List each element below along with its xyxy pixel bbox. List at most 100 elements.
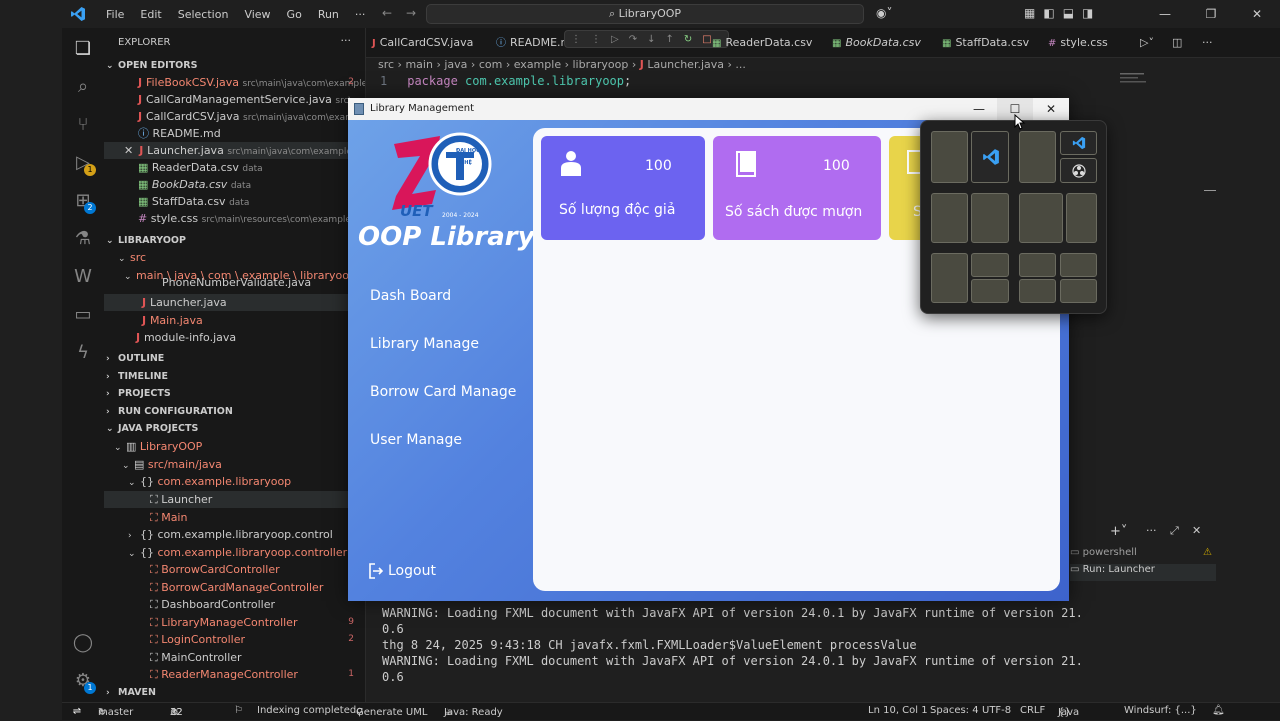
menu-run[interactable]: Run (310, 8, 347, 21)
breadcrumb-item[interactable]: example (514, 58, 561, 71)
breadcrumb-item[interactable]: libraryoop (573, 58, 629, 71)
open-editor-item[interactable]: J FileBookCSV.java src\main\java\com\exa… (104, 74, 365, 91)
maven-header[interactable]: › MAVEN (104, 684, 365, 701)
code-line[interactable]: 1 package com.example.libraryoop; (380, 74, 631, 88)
menu-selection[interactable]: Selection (170, 8, 237, 21)
app-close-button[interactable]: ✕ (1033, 98, 1069, 120)
logout-button[interactable]: Logout (368, 562, 436, 580)
open-editor-item[interactable]: J CallCardCSV.java src\main\java\com\exa… (104, 108, 365, 125)
close-button[interactable]: ✕ (1234, 0, 1280, 28)
class-item[interactable]: ⛶ Launcher (104, 491, 365, 508)
menu-more[interactable]: ··· (347, 8, 374, 21)
windsurf-status[interactable]: Windsurf: {...} (1124, 705, 1197, 716)
snap-zone[interactable] (931, 131, 968, 183)
account-icon[interactable]: ◯ (72, 632, 94, 654)
snap-zone[interactable] (1019, 131, 1056, 183)
tree-folder[interactable]: ⌄ src (104, 249, 365, 266)
remote-explorer-icon[interactable]: ▭ (72, 304, 94, 326)
terminal-tab-powershell[interactable]: ▭ powershell ⚠ (1070, 547, 1216, 564)
open-editor-item[interactable]: ⓘ README.md (104, 125, 365, 142)
menu-file[interactable]: File (98, 8, 132, 21)
app-minimize-button[interactable]: — (961, 98, 997, 120)
nav-dashboard[interactable]: Dash Board (370, 288, 451, 304)
breadcrumb-item[interactable]: java (444, 58, 467, 71)
maximize-panel-icon[interactable]: ⤢ (1170, 524, 1179, 538)
toggle-panel-icon[interactable]: ⬓ (1063, 6, 1074, 20)
snap-zone[interactable] (1019, 279, 1056, 303)
tree-file[interactable]: J Main.java (104, 312, 365, 329)
class-item[interactable]: ⛶ LibraryManageController 9 (104, 614, 365, 631)
tab-callcardcsv[interactable]: J CallCardCSV.java (372, 28, 473, 58)
snap-zone[interactable] (971, 253, 1009, 277)
snap-zone[interactable] (971, 279, 1009, 303)
snap-zone-obs[interactable] (1060, 158, 1097, 183)
stat-card-readers[interactable]: 100 Số lượng độc giả (541, 136, 705, 240)
snap-zone[interactable] (1019, 253, 1056, 277)
outline-header[interactable]: › OUTLINE (104, 350, 365, 367)
close-icon[interactable]: ✕ (124, 144, 133, 157)
snap-zone[interactable] (1060, 253, 1097, 277)
class-item[interactable]: ⛶ ReaderManageController 1 (104, 666, 365, 683)
breadcrumb-item[interactable]: Launcher.java (647, 58, 724, 71)
nav-library-manage[interactable]: Library Manage (370, 336, 479, 352)
run-button[interactable]: ▷˅ (1140, 28, 1154, 58)
snap-zone[interactable] (1066, 193, 1097, 243)
open-editor-item[interactable]: # style.css src\main\resources\com\examp… (104, 210, 365, 227)
snap-zone-vscode-small[interactable] (1060, 131, 1097, 155)
class-item[interactable]: ⛶ LoginController 2 (104, 631, 365, 648)
toggle-secondary-sidebar-icon[interactable]: ◨ (1082, 6, 1093, 20)
more-actions-icon[interactable]: ··· (341, 34, 352, 47)
explorer-icon[interactable]: ❏ (72, 38, 94, 60)
lightning-icon[interactable]: ϟ (72, 342, 94, 364)
indexing-status[interactable]: Indexing completed. (257, 705, 359, 716)
source-control-icon[interactable]: ⑂ (72, 114, 94, 136)
indentation-status[interactable]: Spaces: 4 (930, 705, 979, 716)
projects-header[interactable]: › PROJECTS (104, 385, 365, 402)
snap-zone[interactable] (931, 193, 968, 243)
restart-icon[interactable]: ↻ (684, 34, 702, 45)
breadcrumb-item[interactable]: main (405, 58, 432, 71)
tab-style-css[interactable]: # style.css (1048, 28, 1108, 58)
run-configuration-header[interactable]: › RUN CONFIGURATION (104, 403, 365, 420)
source-folder[interactable]: ⌄ ▤ src/main/java (104, 456, 365, 473)
new-terminal-icon[interactable]: +˅ (1110, 524, 1127, 539)
search-icon[interactable]: ⌕ (72, 76, 94, 98)
class-item[interactable]: ⛶ BorrowCardController (104, 561, 365, 578)
tree-file[interactable]: PhoneNumberValidate.java (104, 278, 365, 290)
breadcrumb-item[interactable]: src (378, 58, 394, 71)
notifications-icon[interactable]: 🔔︎ (1212, 705, 1225, 716)
open-editor-item[interactable]: ▦ StaffData.csv data (104, 193, 365, 210)
snap-zone[interactable] (971, 193, 1009, 243)
snap-zone[interactable] (1019, 193, 1063, 243)
more-actions-icon[interactable]: ··· (1202, 28, 1213, 58)
java-projects-header[interactable]: ⌄ JAVA PROJECTS (104, 420, 365, 437)
restore-button[interactable]: ❐ (1188, 0, 1234, 28)
breadcrumb-item[interactable]: ... (735, 58, 746, 71)
class-item[interactable]: ⛶ BorrowCardManageController (104, 579, 365, 596)
debug-icon[interactable]: ⚐ (234, 705, 243, 716)
windsurf-icon[interactable]: W (72, 266, 94, 288)
toggle-sidebar-icon[interactable]: ◧ (1043, 6, 1054, 20)
tree-file[interactable]: J module-info.java (104, 329, 365, 346)
breadcrumb-item[interactable]: com (479, 58, 503, 71)
nav-borrow-card-manage[interactable]: Borrow Card Manage (370, 384, 516, 400)
minimize-button[interactable]: — (1142, 0, 1188, 28)
class-item[interactable]: ⛶ MainController (104, 649, 365, 666)
tab-readerdata[interactable]: ▦ ReaderData.csv (712, 28, 812, 58)
menu-go[interactable]: Go (279, 8, 310, 21)
project-header[interactable]: ⌄ LIBRARYOOP (104, 232, 365, 249)
package[interactable]: ⌄{} com.example.libraryoop.controller (104, 544, 365, 561)
split-editor-icon[interactable]: ◫ (1172, 28, 1182, 58)
close-panel-icon[interactable]: ✕ (1192, 524, 1201, 537)
timeline-header[interactable]: › TIMELINE (104, 368, 365, 385)
open-editor-item[interactable]: ▦ ReaderData.csv data (104, 159, 365, 176)
tab-bookdata[interactable]: ▦ BookData.csv (832, 28, 921, 58)
nav-user-manage[interactable]: User Manage (370, 432, 462, 448)
menu-view[interactable]: View (236, 8, 278, 21)
tab-staffdata[interactable]: ▦ StaffData.csv (942, 28, 1029, 58)
remote-indicator-icon[interactable]: ⇌ (62, 703, 92, 721)
open-editor-item-active[interactable]: ✕ J Launcher.java src\main\java\com\examp… (104, 142, 365, 159)
tab-readme[interactable]: ⓘ README.m (496, 28, 571, 58)
stat-card-borrowed-books[interactable]: 100 Số sách được mượn (713, 136, 881, 240)
app-titlebar[interactable]: Library Management — ☐ ✕ (348, 98, 1069, 120)
